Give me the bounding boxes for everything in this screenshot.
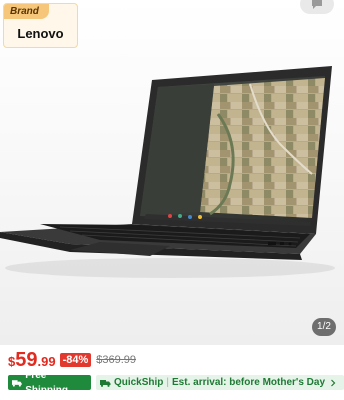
chat-bubble-icon [312, 0, 322, 9]
price-currency: $ [8, 354, 16, 369]
free-shipping-label: Free Shipping [25, 369, 68, 396]
shipping-row: Free Shipping QuickShip | Est. arrival: … [8, 370, 344, 396]
image-counter: 1/2 [312, 318, 336, 336]
share-button[interactable] [300, 0, 334, 14]
brand-name: Lenovo [17, 26, 64, 41]
quickship-label: QuickShip [113, 377, 164, 388]
product-image-gallery[interactable]: Brand Lenovo 1/2 [0, 0, 344, 345]
free-shipping-badge: Free Shipping [8, 370, 91, 396]
laptop-product-image [0, 66, 335, 278]
discount-badge: -84% [59, 353, 92, 367]
brand-tag: Brand [4, 4, 49, 19]
chevron-right-icon [331, 379, 336, 386]
arrival-text: Est. arrival: before Mother's Day [172, 377, 325, 388]
original-price: $369.99 [96, 354, 137, 366]
fast-truck-icon [99, 379, 111, 387]
truck-icon [12, 379, 22, 387]
separator: | [166, 377, 170, 388]
quickship-banner[interactable]: QuickShip | Est. arrival: before Mother'… [95, 375, 344, 390]
brand-card[interactable]: Brand Lenovo [3, 3, 78, 48]
